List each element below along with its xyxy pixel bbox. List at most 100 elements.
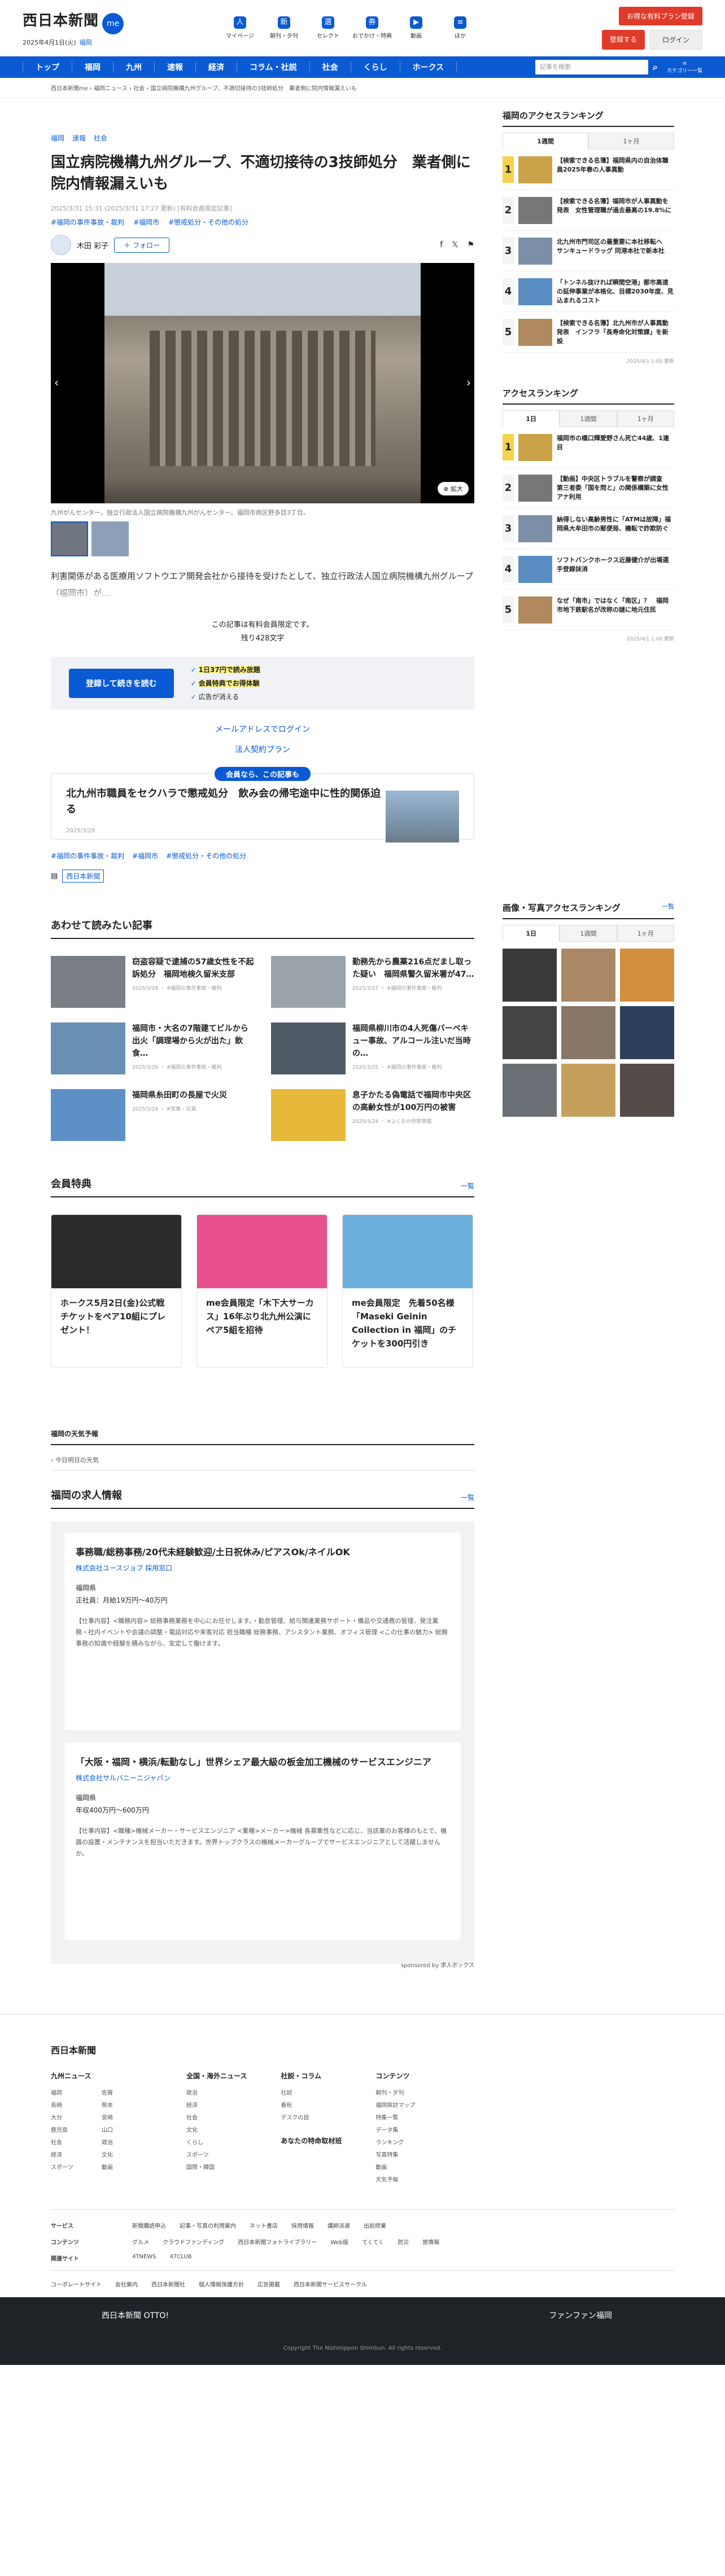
footer-link[interactable]: 経済	[186, 2100, 247, 2112]
ranking-tab[interactable]: 1週間	[560, 925, 617, 942]
ranking-item[interactable]: 5 【検索できる名簿】北九州市が人事異動発表 インフラ「長寿命化対策課」を新設	[503, 312, 674, 353]
related-title[interactable]: 福岡県柳川市の4人死傷バーベキュー事故、アルコール注いだ当時の…	[352, 1022, 474, 1060]
corporate-link[interactable]: 個人情報保護方針	[199, 2280, 244, 2288]
topic-tag[interactable]: #懲戒処分・その他の処分	[166, 851, 246, 861]
job-title[interactable]: 事務職/総務事務/20代未経験歓迎/土日祝休み/ピアスOk/ネイルOK	[76, 1545, 449, 1560]
job-title[interactable]: 「大阪・福岡・横浜/転勤なし」世界シェア最大級の板金加工機械のサービスエンジニア	[76, 1755, 449, 1770]
ranking-title[interactable]: 【動画】中央区トラブルを警察が調査 第三者委「国を問と」の関係構築に女性アナ利用	[557, 475, 674, 501]
related-title[interactable]: 福岡県糸田町の長屋で火災	[132, 1089, 227, 1102]
nav-item-4[interactable]: 経済	[196, 62, 237, 73]
perk-card[interactable]: me会員限定 先着50名様「Maseki Geinin Collection i…	[342, 1214, 473, 1368]
ranking-title[interactable]: 納得しない高齢男性に「ATMは故障」福岡県大牟田市の郵便局、機転で詐欺防ぐ	[557, 515, 674, 542]
footer-row-link[interactable]: 西日本新聞フォトライブラリー	[238, 2237, 317, 2246]
jobs-more-link[interactable]: 一覧	[461, 1493, 474, 1502]
footer-link[interactable]: 社説	[281, 2087, 342, 2100]
footer-row-link[interactable]: てくてく	[362, 2237, 384, 2246]
footer-logo[interactable]: 西日本新聞	[51, 2043, 674, 2056]
ranking-title[interactable]: 北九州市門司区の最重要に本社移転へ サンキュードラッグ 同港本社で新本社	[557, 238, 674, 264]
ranking-title[interactable]: 福岡市の橋口輝愛野さん死亡44歳、1連目	[557, 434, 674, 460]
ranking-item[interactable]: 4 「トンネル抜ければ瞬間空港」都市高速の延伸事業が本格化、目標2030年度、見込…	[503, 271, 674, 312]
photo-thumbnail[interactable]	[91, 521, 129, 556]
jobs-powered-by[interactable]: sponsored by 求人ボックス	[51, 1960, 474, 1969]
corporate-link[interactable]: コーポレートサイト	[51, 2280, 102, 2288]
related-thumbnail[interactable]	[51, 956, 125, 1008]
footer-link[interactable]: 宮崎	[102, 2112, 152, 2125]
footer-link[interactable]: 写真特集	[375, 2149, 415, 2162]
ranking-tab[interactable]: 1週間	[560, 410, 617, 427]
footer-link[interactable]: 動画	[375, 2162, 415, 2174]
prev-arrow-icon[interactable]: ‹	[54, 376, 59, 389]
breadcrumb-item[interactable]: 国立病院機構九州グループ、不適切接待の3技師処分 業者側に院内情報漏えいも	[150, 86, 356, 92]
footer-row-link[interactable]: クラウドファンディング	[163, 2237, 224, 2246]
ranking-item[interactable]: 1 福岡市の橋口輝愛野さん死亡44歳、1連目	[503, 427, 674, 468]
ranking-item[interactable]: 2 【検索できる名簿】福岡市が人事異動を発表 女性管理職が過去最高の19.8%に	[503, 190, 674, 231]
member-article-title[interactable]: 北九州市職員をセクハラで懲戒処分 飲み会の帰宅途中に性的関係迫る	[66, 786, 382, 818]
next-arrow-icon[interactable]: ›	[466, 376, 471, 389]
related-item[interactable]: 窃盗容疑で逮捕の57歳女性を不起訴処分 福岡地検久留米支部 2025/3/28 ・…	[51, 956, 254, 1008]
related-thumbnail[interactable]	[271, 956, 346, 1008]
ranking-tab[interactable]: 1ヶ月	[617, 410, 674, 427]
menu-button[interactable]: ≡ カテゴリー一覧	[667, 61, 702, 74]
image-ranking-thumb[interactable]	[620, 949, 674, 1002]
header-icon-5[interactable]: ≡ ほか	[440, 16, 481, 40]
footer-link[interactable]: 国際・韓国	[186, 2162, 247, 2174]
header-icon-3[interactable]: 券おでかけ・特典	[352, 16, 392, 40]
footer-link[interactable]: 経済	[51, 2149, 102, 2162]
zoom-button[interactable]: ⊕ 拡大	[438, 482, 469, 495]
footer-link[interactable]: 社会	[51, 2137, 102, 2149]
footer-row-link[interactable]: Web版	[330, 2237, 348, 2246]
email-login-link[interactable]: メールアドレスでログイン	[51, 723, 474, 735]
topic-tag[interactable]: #福岡市	[133, 217, 159, 227]
breadcrumb-item[interactable]: 西日本新聞me	[51, 86, 88, 92]
footer-row-link[interactable]: 出前授業	[364, 2221, 386, 2230]
footer-link[interactable]: 福岡探訪マップ	[375, 2100, 415, 2112]
footer-link[interactable]: 天気予報	[375, 2174, 415, 2187]
perk-card[interactable]: ホークス5月2日(金)公式戦チケットをペア10組にプレゼント！	[51, 1214, 182, 1368]
ranking-title[interactable]: 【検索できる名簿】北九州市が人事異動発表 インフラ「長寿命化対策課」を新設	[557, 319, 674, 345]
job-card[interactable]: 「大阪・福岡・横浜/転勤なし」世界シェア最大級の板金加工機械のサービスエンジニア…	[64, 1743, 461, 1940]
nav-item-1[interactable]: 福岡	[72, 62, 113, 73]
facebook-icon[interactable]: f	[440, 240, 443, 249]
footer-link[interactable]: データ集	[375, 2125, 415, 2137]
related-item[interactable]: 息子かたる偽電話で福岡市中央区の高齢女性が100万円の被害 2025/3/24 ・…	[271, 1089, 474, 1141]
corporate-link[interactable]: 西日本新聞サービスサークル	[294, 2280, 367, 2288]
related-title[interactable]: 勤務先から農薬216点だまし取った疑い 福岡県警久留米署が47…	[352, 956, 474, 981]
footer-link[interactable]: 文化	[186, 2125, 247, 2137]
footer-column-title[interactable]: 九州ニュース	[51, 2071, 152, 2081]
related-item[interactable]: 福岡県柳川市の4人死傷バーベキュー事故、アルコール注いだ当時の… 2025/3/2…	[271, 1022, 474, 1074]
footer-row-link[interactable]: 旅情報	[422, 2237, 439, 2246]
corp-plan-link[interactable]: 法人契約プラン	[51, 744, 474, 755]
footer-link[interactable]: スポーツ	[51, 2162, 102, 2174]
corporate-link[interactable]: 広告掲載	[257, 2280, 280, 2288]
topic-tag[interactable]: #福岡の事件事故・裁判	[51, 217, 124, 227]
member-article-card[interactable]: 会員なら、この記事も 北九州市職員をセクハラで懲戒処分 飲み会の帰宅途中に性的関…	[51, 767, 474, 842]
ranking-tab[interactable]: 1ヶ月	[617, 925, 674, 942]
footer-row-link[interactable]: 4TNEWS	[132, 2254, 156, 2262]
corporate-link[interactable]: 西日本新聞社	[151, 2280, 185, 2288]
footer-row-link[interactable]: 新聞購読申込	[132, 2221, 166, 2230]
nav-item-0[interactable]: トップ	[23, 62, 72, 73]
footer-column-title[interactable]: コンテンツ	[375, 2071, 415, 2081]
job-card[interactable]: 事務職/総務事務/20代未経験歓迎/土日祝休み/ピアスOk/ネイルOK 株式会社ユ…	[64, 1533, 461, 1730]
search-input[interactable]: 記事を検索	[535, 60, 649, 74]
nav-item-7[interactable]: くらし	[351, 62, 400, 73]
weather-link[interactable]: › 今日明日の天気	[51, 1455, 474, 1471]
plan-button[interactable]: お得な有料プラン登録	[618, 6, 702, 25]
related-item[interactable]: 勤務先から農薬216点だまし取った疑い 福岡県警久留米署が47… 2025/3/2…	[271, 956, 474, 1008]
ranking-tab[interactable]: 1ヶ月	[588, 133, 674, 150]
footer-column-title[interactable]: 全国・海外ニュース	[186, 2071, 247, 2081]
x-icon[interactable]: 𝕏	[452, 240, 458, 249]
related-title[interactable]: 福岡市・大名の7階建てビルから出火「調理場から火が出た」飲食…	[132, 1022, 254, 1060]
footer-row-link[interactable]: 防災	[398, 2237, 409, 2246]
nav-item-6[interactable]: 社会	[310, 62, 351, 73]
ranking-tab[interactable]: 1週間	[503, 133, 588, 150]
search-icon[interactable]: ⌕	[653, 62, 658, 73]
avatar[interactable]	[51, 235, 71, 255]
related-thumbnail[interactable]	[51, 1022, 125, 1074]
perks-more-link[interactable]: 一覧	[461, 1181, 474, 1191]
topic-tag[interactable]: #懲戒処分・その他の処分	[168, 217, 248, 227]
perk-title[interactable]: me会員限定「木下大サーカス」16年ぶり北九州公演にペア5組を招待	[197, 1288, 327, 1367]
footer-row-link[interactable]: 記事・写真の利用案内	[180, 2221, 236, 2230]
perk-card[interactable]: me会員限定「木下大サーカス」16年ぶり北九州公演にペア5組を招待	[196, 1214, 327, 1368]
login-button[interactable]: ログイン	[649, 29, 702, 50]
